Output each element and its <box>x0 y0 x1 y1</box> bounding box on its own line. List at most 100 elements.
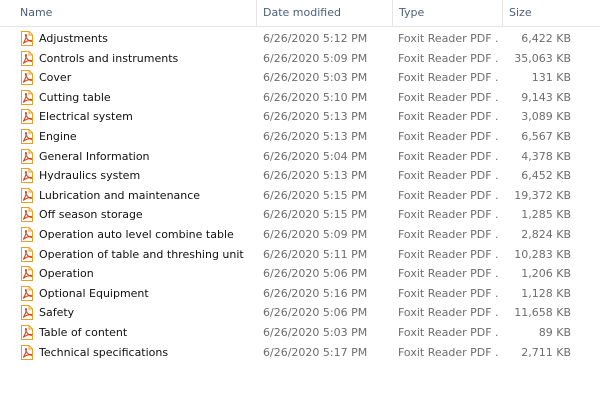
file-size: 89 KB <box>538 325 571 339</box>
file-name: Operation of table and threshing unit <box>39 247 244 261</box>
file-name: Adjustments <box>39 32 108 45</box>
file-type: Foxit Reader PDF ... <box>398 169 498 183</box>
file-name: Optional Equipment <box>39 286 149 300</box>
file-type: Foxit Reader PDF ... <box>398 286 498 300</box>
foxit-pdf-file-icon <box>20 226 34 242</box>
foxit-pdf-file-icon <box>20 109 34 125</box>
file-type: Foxit Reader PDF ... <box>398 345 498 359</box>
file-type: Foxit Reader PDF ... <box>398 90 498 104</box>
file-list: Adjustments 6/26/2020 5:12 PM Foxit Read… <box>0 29 600 362</box>
file-date-modified: 6/26/2020 5:04 PM <box>263 149 368 163</box>
file-name: Cover <box>39 71 72 85</box>
file-name: Electrical system <box>39 110 133 124</box>
file-row[interactable]: Lubrication and maintenance 6/26/2020 5:… <box>0 186 600 206</box>
file-size: 3,089 KB <box>521 110 571 124</box>
file-size: 6,422 KB <box>521 32 571 45</box>
file-date-modified: 6/26/2020 5:15 PM <box>263 208 368 222</box>
file-name: Technical specifications <box>39 345 169 359</box>
file-type: Foxit Reader PDF ... <box>398 267 498 281</box>
file-type: Foxit Reader PDF ... <box>398 32 498 45</box>
file-date-modified: 6/26/2020 5:13 PM <box>263 129 368 143</box>
file-date-modified: 6/26/2020 5:06 PM <box>263 267 368 281</box>
foxit-pdf-file-icon <box>20 344 34 360</box>
file-type: Foxit Reader PDF ... <box>398 227 498 241</box>
file-type: Foxit Reader PDF ... <box>398 306 498 320</box>
file-date-modified: 6/26/2020 5:10 PM <box>263 90 368 104</box>
sort-ascending-icon: ⌃ <box>142 0 154 6</box>
file-name: Lubrication and maintenance <box>39 188 201 202</box>
foxit-pdf-file-icon <box>20 285 34 301</box>
file-type: Foxit Reader PDF ... <box>398 51 498 65</box>
file-type: Foxit Reader PDF ... <box>398 325 498 339</box>
foxit-pdf-file-icon <box>20 148 34 164</box>
file-type: Foxit Reader PDF ... <box>398 188 498 202</box>
column-header-size[interactable]: Size <box>502 0 578 26</box>
file-date-modified: 6/26/2020 5:09 PM <box>263 51 368 65</box>
file-row[interactable]: Cutting table 6/26/2020 5:10 PM Foxit Re… <box>0 88 600 108</box>
file-row[interactable]: Operation of table and threshing unit 6/… <box>0 245 600 265</box>
foxit-pdf-file-icon <box>20 70 34 86</box>
column-header-date-modified[interactable]: Date modified <box>256 0 392 26</box>
file-type: Foxit Reader PDF ... <box>398 149 498 163</box>
file-type: Foxit Reader PDF ... <box>398 71 498 85</box>
file-name: Cutting table <box>39 90 111 104</box>
file-row[interactable]: Operation auto level combine table 6/26/… <box>0 225 600 245</box>
file-size: 10,283 KB <box>514 247 571 261</box>
file-name: Engine <box>39 129 77 143</box>
file-size: 6,452 KB <box>521 169 571 183</box>
column-header-bar: Name ⌃ Date modified Type Size <box>0 0 600 27</box>
file-date-modified: 6/26/2020 5:16 PM <box>263 286 368 300</box>
file-size: 2,824 KB <box>521 227 571 241</box>
file-name: Hydraulics system <box>39 169 141 183</box>
file-row[interactable]: Optional Equipment 6/26/2020 5:16 PM Fox… <box>0 284 600 304</box>
file-row[interactable]: Operation 6/26/2020 5:06 PM Foxit Reader… <box>0 264 600 284</box>
file-name: Operation <box>39 267 94 281</box>
file-date-modified: 6/26/2020 5:15 PM <box>263 188 368 202</box>
file-row[interactable]: Electrical system 6/26/2020 5:13 PM Foxi… <box>0 107 600 127</box>
column-header-name[interactable]: Name ⌃ <box>14 0 256 26</box>
foxit-pdf-file-icon <box>20 31 34 46</box>
file-name: Table of content <box>39 325 128 339</box>
foxit-pdf-file-icon <box>20 305 34 321</box>
file-date-modified: 6/26/2020 5:13 PM <box>263 110 368 124</box>
column-header-type-label: Type <box>399 6 425 19</box>
file-size: 4,378 KB <box>521 149 571 163</box>
foxit-pdf-file-icon <box>20 187 34 203</box>
foxit-pdf-file-icon <box>20 128 34 144</box>
file-size: 19,372 KB <box>514 188 571 202</box>
file-type: Foxit Reader PDF ... <box>398 247 498 261</box>
file-name: Safety <box>39 306 75 320</box>
foxit-pdf-file-icon <box>20 168 34 184</box>
file-row[interactable]: Technical specifications 6/26/2020 5:17 … <box>0 343 600 363</box>
file-name: Off season storage <box>39 208 143 222</box>
file-name: Operation auto level combine table <box>39 227 234 241</box>
file-date-modified: 6/26/2020 5:12 PM <box>263 32 368 45</box>
column-header-type[interactable]: Type <box>392 0 502 26</box>
file-row[interactable]: Off season storage 6/26/2020 5:15 PM Fox… <box>0 205 600 225</box>
file-name: General Information <box>39 149 150 163</box>
file-row[interactable]: Cover 6/26/2020 5:03 PM Foxit Reader PDF… <box>0 68 600 88</box>
file-row[interactable]: Engine 6/26/2020 5:13 PM Foxit Reader PD… <box>0 127 600 147</box>
file-row[interactable]: General Information 6/26/2020 5:04 PM Fo… <box>0 147 600 167</box>
file-size: 2,711 KB <box>521 345 571 359</box>
file-date-modified: 6/26/2020 5:13 PM <box>263 169 368 183</box>
file-row[interactable]: Controls and instruments 6/26/2020 5:09 … <box>0 49 600 69</box>
file-date-modified: 6/26/2020 5:09 PM <box>263 227 368 241</box>
file-type: Foxit Reader PDF ... <box>398 208 498 222</box>
column-header-name-label: Name <box>20 6 53 19</box>
foxit-pdf-file-icon <box>20 207 34 223</box>
foxit-pdf-file-icon <box>20 50 34 66</box>
file-row[interactable]: Table of content 6/26/2020 5:03 PM Foxit… <box>0 323 600 343</box>
file-type: Foxit Reader PDF ... <box>398 110 498 124</box>
column-header-date-label: Date modified <box>263 6 341 19</box>
file-date-modified: 6/26/2020 5:06 PM <box>263 306 368 320</box>
file-explorer-list-view: Name ⌃ Date modified Type Size Adjustmen… <box>0 0 600 394</box>
file-row[interactable]: Hydraulics system 6/26/2020 5:13 PM Foxi… <box>0 166 600 186</box>
file-row[interactable]: Adjustments 6/26/2020 5:12 PM Foxit Read… <box>0 29 600 49</box>
foxit-pdf-file-icon <box>20 266 34 282</box>
file-date-modified: 6/26/2020 5:03 PM <box>263 325 368 339</box>
file-name: Controls and instruments <box>39 51 179 65</box>
file-size: 35,063 KB <box>514 51 571 65</box>
foxit-pdf-file-icon <box>20 246 34 262</box>
file-row[interactable]: Safety 6/26/2020 5:06 PM Foxit Reader PD… <box>0 303 600 323</box>
